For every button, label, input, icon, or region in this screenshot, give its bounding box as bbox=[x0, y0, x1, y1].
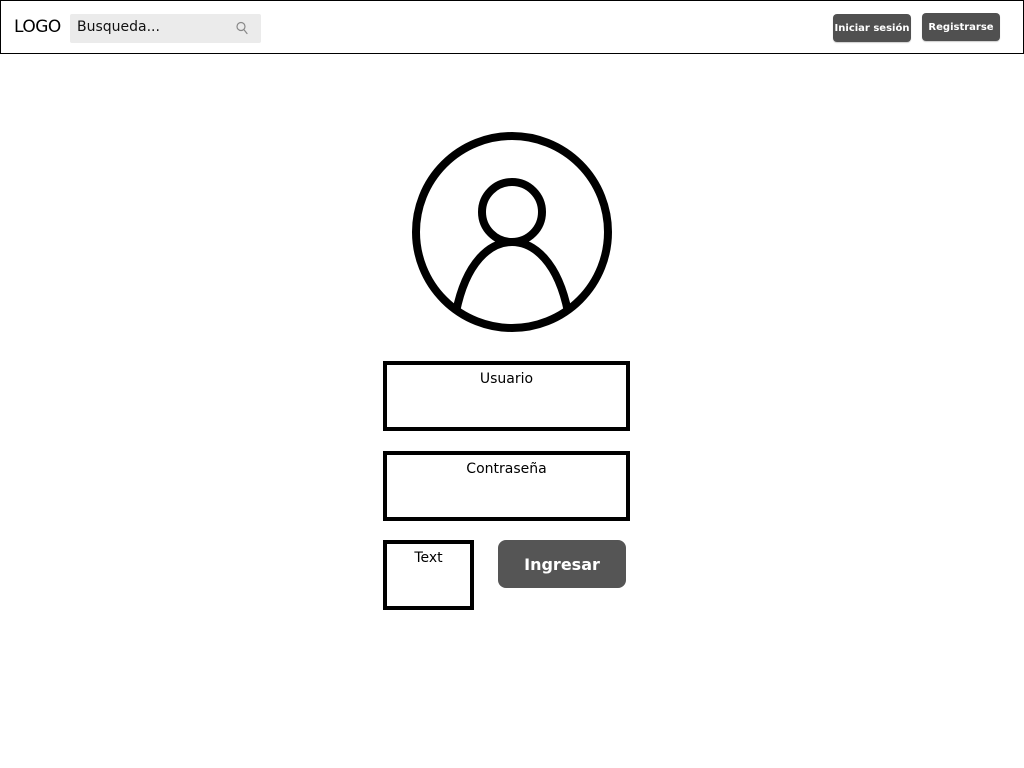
user-avatar-icon bbox=[412, 132, 612, 332]
login-page: LOGO Busqueda... Iniciar sesión Registra… bbox=[0, 0, 1024, 768]
register-button[interactable]: Registrarse bbox=[922, 13, 1000, 41]
password-label: Contraseña bbox=[466, 461, 547, 477]
username-label: Usuario bbox=[479, 371, 534, 387]
submit-button[interactable]: Ingresar bbox=[498, 540, 626, 588]
search-input[interactable]: Busqueda... bbox=[70, 14, 261, 43]
search-placeholder: Busqueda... bbox=[77, 19, 160, 35]
search-icon[interactable] bbox=[235, 21, 249, 35]
text-label: Text bbox=[414, 550, 443, 566]
text-field[interactable]: Text bbox=[383, 540, 474, 610]
username-field[interactable]: Usuario bbox=[383, 361, 630, 431]
top-nav-bar: LOGO Busqueda... Iniciar sesión Registra… bbox=[0, 0, 1024, 54]
login-button[interactable]: Iniciar sesión bbox=[833, 14, 911, 42]
logo[interactable]: LOGO bbox=[14, 17, 61, 37]
password-field[interactable]: Contraseña bbox=[383, 451, 630, 521]
